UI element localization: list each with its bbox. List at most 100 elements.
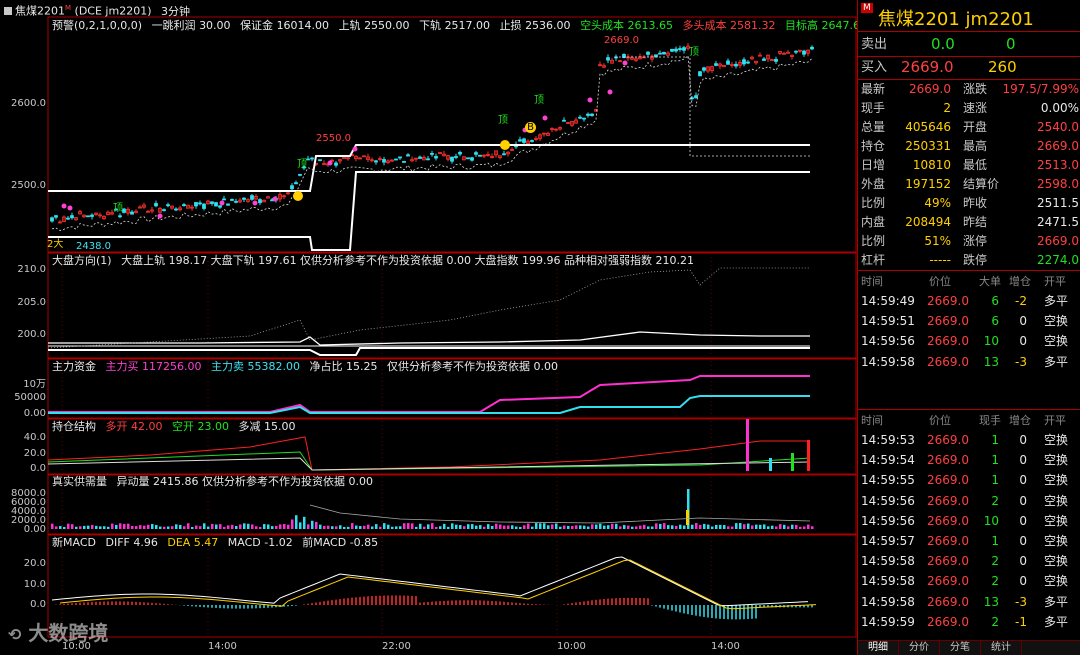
volume-bar bbox=[335, 526, 338, 529]
trade-type: 空换 bbox=[1044, 433, 1069, 447]
trade-row[interactable]: 14:59:57 2669.0 1 0 空换 bbox=[861, 532, 1079, 551]
candle-body bbox=[430, 153, 434, 155]
volume-bar bbox=[67, 523, 70, 529]
trade-row[interactable]: 14:59:58 2669.0 2 0 空换 bbox=[861, 572, 1079, 591]
candle-body bbox=[774, 58, 778, 62]
buy-volume: 260 bbox=[988, 58, 1017, 76]
signal-dot bbox=[61, 203, 67, 209]
trade-row[interactable]: 14:59:58 2669.0 13 -3 多平 bbox=[861, 593, 1079, 612]
quote-value: 0.00% bbox=[1040, 101, 1079, 115]
chart-header: 焦煤2201M (DCE jm2201) 3分钟 bbox=[4, 2, 190, 18]
volume-bar bbox=[507, 525, 510, 529]
volume-bar bbox=[291, 519, 294, 529]
candle-body bbox=[70, 215, 74, 219]
volume-bar bbox=[467, 524, 470, 529]
volume-bar bbox=[111, 523, 114, 529]
panel3-indicator[interactable]: 主力资金 bbox=[52, 360, 96, 373]
trade-row[interactable]: 14:59:56 2669.0 10 0 空换 bbox=[861, 332, 1079, 351]
volume-bar bbox=[731, 526, 734, 529]
sell-row[interactable]: 卖出 0.0 0 bbox=[861, 35, 1079, 54]
trade-row[interactable]: 14:59:56 2669.0 10 0 空换 bbox=[861, 512, 1079, 531]
volume-bar bbox=[647, 526, 650, 529]
volume-bar bbox=[167, 526, 170, 529]
quote-label: 跌停 bbox=[963, 253, 988, 267]
y-tick-2500: 2500.0 bbox=[11, 180, 46, 191]
volume-bar bbox=[319, 524, 322, 529]
macd-prev: 前MACD -0.85 bbox=[302, 536, 379, 549]
trailing-band bbox=[51, 55, 813, 231]
trade-row[interactable]: 14:59:53 2669.0 1 0 空换 bbox=[861, 431, 1079, 450]
tab-trades[interactable]: 分笔 bbox=[940, 641, 981, 655]
candle-body bbox=[478, 154, 482, 157]
candle-body bbox=[726, 60, 730, 65]
quote-label: 最低 bbox=[963, 158, 988, 172]
panel-frame bbox=[47, 534, 857, 638]
volume-bar bbox=[399, 526, 402, 529]
quote-row: 最新 2669.0 涨跌 197.5/7.99% bbox=[861, 80, 1079, 99]
volume-bar bbox=[239, 524, 242, 529]
volume-bar bbox=[703, 523, 706, 529]
volume-bar bbox=[555, 523, 558, 529]
panel5-indicator[interactable]: 真实供需量 bbox=[52, 475, 107, 488]
panel2-text: 大盘上轨 198.17 大盘下轨 197.61 仅供分析参考不作为投资依据 0.… bbox=[121, 254, 695, 267]
volume-bar bbox=[495, 523, 498, 529]
panel4-indicator[interactable]: 持仓结构 bbox=[52, 420, 96, 433]
quote-row: 总量 405646 开盘 2540.0 bbox=[861, 118, 1079, 137]
sell-volume: 0 bbox=[1006, 35, 1016, 53]
dea-line bbox=[59, 559, 817, 610]
trade-time: 14:59:58 bbox=[861, 594, 915, 609]
volume-bar bbox=[686, 510, 689, 525]
trade-row[interactable]: 14:59:59 2669.0 2 -1 多平 bbox=[861, 613, 1079, 632]
trade-time: 14:59:56 bbox=[861, 334, 915, 349]
candle-body bbox=[182, 204, 186, 207]
trade-volume: 13 bbox=[983, 354, 999, 369]
candle-body bbox=[398, 156, 402, 159]
trade-type: 空换 bbox=[1044, 334, 1069, 349]
panel2-indicator[interactable]: 大盘方向(1) bbox=[52, 254, 112, 267]
tab-detail[interactable]: 明细 bbox=[858, 641, 899, 655]
volume-bar bbox=[395, 526, 398, 529]
volume-bar bbox=[127, 523, 130, 529]
trade-row[interactable]: 14:59:56 2669.0 2 0 空换 bbox=[861, 492, 1079, 511]
x-tick-1: 14:00 bbox=[208, 641, 237, 652]
volume-bar bbox=[255, 526, 258, 529]
trade-row[interactable]: 14:59:58 2669.0 13 -3 多平 bbox=[861, 353, 1079, 372]
trade-row[interactable]: 14:59:58 2669.0 2 0 空换 bbox=[861, 552, 1079, 571]
volume-bar bbox=[575, 525, 578, 529]
tab-price-dist[interactable]: 分价 bbox=[899, 641, 940, 655]
quote-value: 2540.0 bbox=[1037, 120, 1079, 134]
symbol-code: (DCE jm2201) bbox=[74, 4, 152, 18]
candle-body bbox=[702, 67, 706, 71]
tab-stats[interactable]: 统计 bbox=[981, 641, 1022, 655]
chart-canvas[interactable] bbox=[0, 0, 857, 655]
p2-tick-205: 205.0 bbox=[17, 297, 46, 308]
volume-bar bbox=[223, 526, 226, 529]
buy-row[interactable]: 买入 2669.0 260 bbox=[861, 58, 1079, 77]
trade-volume: 2 bbox=[991, 493, 999, 508]
chart-area[interactable]: 焦煤2201M (DCE jm2201) 3分钟 预警(0,2,1,0,0,0)… bbox=[0, 0, 867, 655]
volume-bar bbox=[83, 525, 86, 529]
panel6-indicator[interactable]: 新MACD bbox=[52, 536, 96, 549]
trade-row[interactable]: 14:59:55 2669.0 1 0 空换 bbox=[861, 471, 1079, 490]
top-marker-2: 顶 bbox=[297, 159, 307, 170]
quote-label: 最高 bbox=[963, 139, 988, 153]
period-label[interactable]: 3分钟 bbox=[161, 5, 190, 18]
volume-bar bbox=[719, 524, 722, 529]
main-indicator-name[interactable]: 预警(0,2,1,0,0,0) bbox=[52, 19, 142, 32]
trade-time: 14:59:49 bbox=[861, 294, 915, 308]
trade-row[interactable]: 14:59:49 2669.0 6 -2 多平 bbox=[861, 292, 1079, 311]
volume-bar bbox=[231, 524, 234, 529]
menu-icon[interactable] bbox=[4, 6, 12, 15]
candle-body bbox=[682, 47, 686, 51]
volume-bar bbox=[59, 526, 62, 529]
volume-bar bbox=[271, 526, 274, 529]
trade-row[interactable]: 14:59:51 2669.0 6 0 空换 bbox=[861, 312, 1079, 331]
trade-time: 14:59:57 bbox=[861, 534, 915, 548]
volume-bar bbox=[187, 523, 190, 529]
volume-bar bbox=[375, 524, 378, 529]
trade-price: 2669.0 bbox=[927, 334, 969, 349]
volume-bar bbox=[391, 526, 394, 529]
volume-bar bbox=[179, 524, 182, 529]
trade-row[interactable]: 14:59:54 2669.0 1 0 空换 bbox=[861, 451, 1079, 470]
candle-body bbox=[154, 203, 158, 207]
